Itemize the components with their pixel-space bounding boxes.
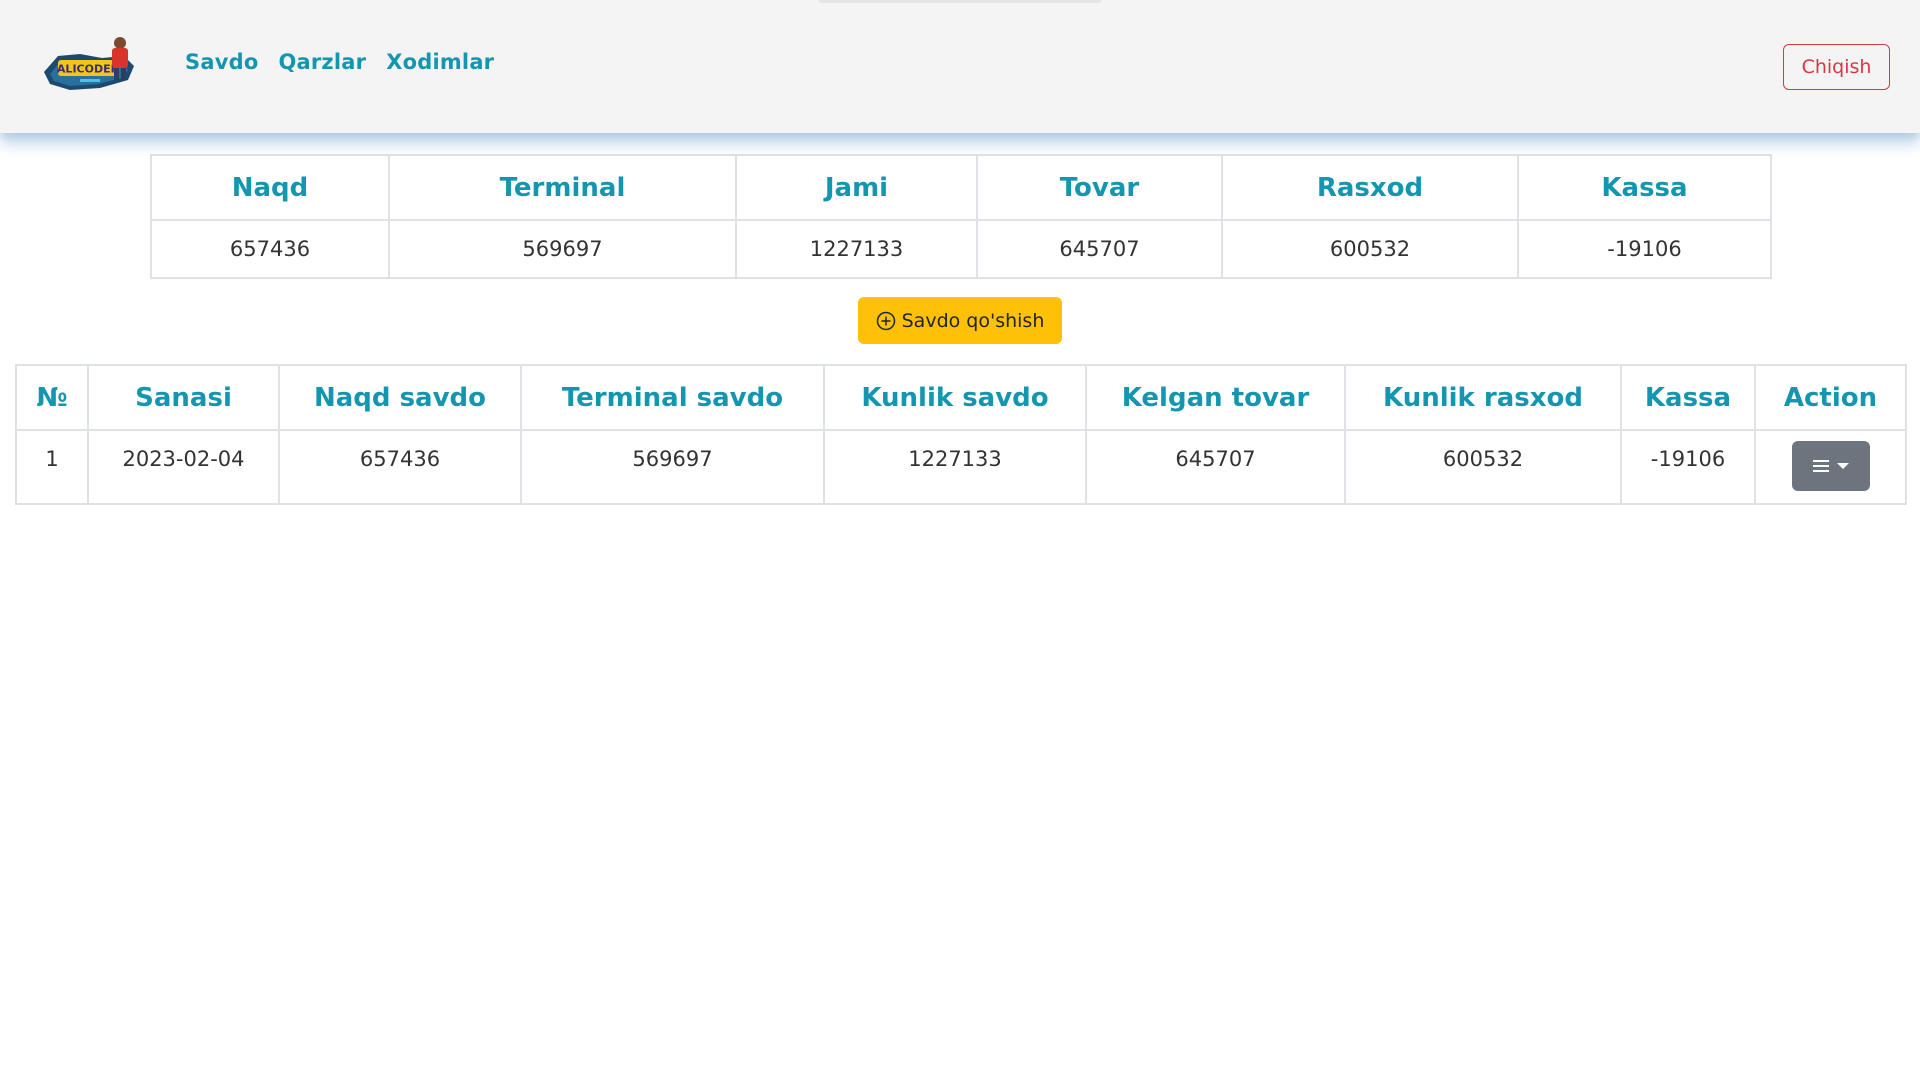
header-kassa: Kassa	[1620, 364, 1756, 431]
header-terminal-savdo: Terminal savdo	[520, 364, 825, 431]
summary-header-terminal: Terminal	[388, 154, 737, 221]
summary-header-rasxod: Rasxod	[1221, 154, 1519, 221]
summary-value-kassa: -19106	[1517, 219, 1772, 279]
summary-table: Naqd Terminal Jami Tovar Rasxod Kassa 65…	[150, 154, 1772, 279]
table-row: 1 2023-02-04 657436 569697 1227133 64570…	[15, 429, 1907, 505]
cell-sanasi: 2023-02-04	[87, 429, 280, 505]
nav-link-savdo[interactable]: Savdo	[185, 50, 258, 74]
logo-graphic: ALICODER	[44, 37, 134, 90]
cell-kassa: -19106	[1620, 429, 1756, 505]
add-savdo-label: Savdo qo'shish	[901, 309, 1045, 332]
menu-icon	[1812, 460, 1829, 472]
savdo-table: № Sanasi Naqd savdo Terminal savdo Kunli…	[15, 364, 1907, 505]
header-naqd-savdo: Naqd savdo	[278, 364, 522, 431]
cell-kunlik-savdo: 1227133	[823, 429, 1087, 505]
summary-value-tovar: 645707	[976, 219, 1223, 279]
summary-value-terminal: 569697	[388, 219, 737, 279]
plus-circle-icon	[876, 311, 895, 330]
nav-top-highlight	[818, 0, 1102, 3]
header-kunlik-rasxod: Kunlik rasxod	[1344, 364, 1622, 431]
summary-value-rasxod: 600532	[1221, 219, 1519, 279]
row-action-dropdown-button[interactable]	[1791, 441, 1870, 491]
caret-down-icon	[1836, 463, 1849, 469]
table-header-row: № Sanasi Naqd savdo Terminal savdo Kunli…	[15, 364, 1907, 431]
header-sanasi: Sanasi	[87, 364, 280, 431]
cell-naqd-savdo: 657436	[278, 429, 522, 505]
header-action: Action	[1754, 364, 1907, 431]
navbar: ALICODER Savdo Qarzlar Xodimlar Chiqish	[0, 0, 1920, 133]
header-kunlik-savdo: Kunlik savdo	[823, 364, 1087, 431]
cell-kunlik-rasxod: 600532	[1344, 429, 1622, 505]
cell-number: 1	[15, 429, 89, 505]
main-nav: Savdo Qarzlar Xodimlar	[185, 50, 494, 74]
header-number: №	[15, 364, 89, 431]
nav-link-qarzlar[interactable]: Qarzlar	[278, 50, 366, 74]
summary-value-row: 657436 569697 1227133 645707 600532 -191…	[150, 219, 1772, 279]
summary-header-jami: Jami	[735, 154, 978, 221]
cell-terminal-savdo: 569697	[520, 429, 825, 505]
summary-header-kassa: Kassa	[1517, 154, 1772, 221]
cell-kelgan-tovar: 645707	[1085, 429, 1346, 505]
brand-logo[interactable]: ALICODER	[40, 34, 138, 96]
summary-header-tovar: Tovar	[976, 154, 1223, 221]
summary-value-jami: 1227133	[735, 219, 978, 279]
cell-action	[1754, 429, 1907, 505]
logout-button[interactable]: Chiqish	[1783, 44, 1890, 90]
summary-header-naqd: Naqd	[150, 154, 390, 221]
header-kelgan-tovar: Kelgan tovar	[1085, 364, 1346, 431]
svg-text:ALICODER: ALICODER	[57, 63, 120, 76]
summary-header-row: Naqd Terminal Jami Tovar Rasxod Kassa	[150, 154, 1772, 221]
add-savdo-button[interactable]: Savdo qo'shish	[858, 297, 1062, 344]
summary-value-naqd: 657436	[150, 219, 390, 279]
nav-link-xodimlar[interactable]: Xodimlar	[386, 50, 494, 74]
